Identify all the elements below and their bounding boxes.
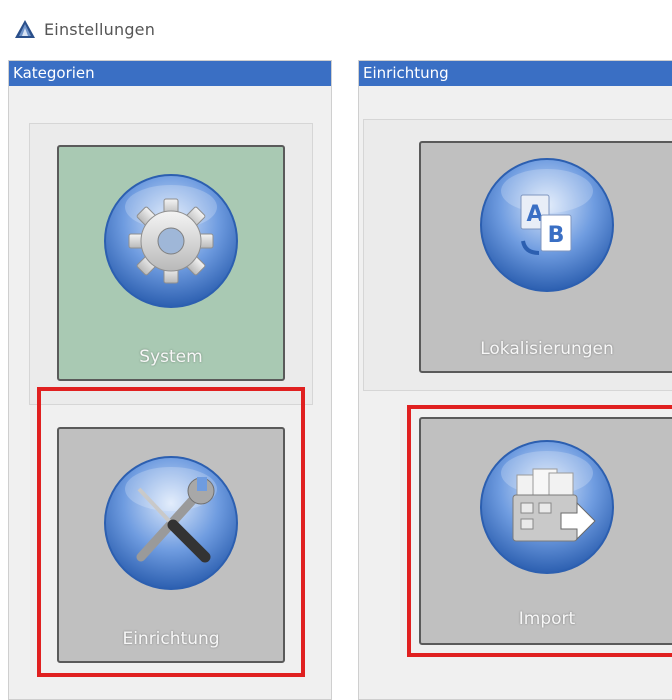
setup-panel: Einrichtung A B Lokalisierungen Import (358, 60, 672, 700)
tile-system[interactable]: System (57, 145, 285, 381)
setup-header: Einrichtung (359, 61, 672, 86)
categories-header: Kategorien (9, 61, 331, 86)
window-title-bar: Einstellungen (14, 14, 155, 44)
categories-panel: Kategorien System Einrichtung (8, 60, 332, 700)
localization-icon: A B (480, 158, 614, 292)
highlight-box-einrichtung (37, 387, 305, 677)
highlight-box-import (407, 405, 672, 657)
tile-system-label: System (139, 347, 203, 367)
gear-icon (104, 174, 238, 308)
window-title: Einstellungen (44, 19, 156, 39)
svg-text:B: B (548, 223, 565, 248)
app-logo-icon (15, 20, 35, 38)
tile-lokalisierungen-label: Lokalisierungen (480, 339, 614, 359)
tile-lokalisierungen[interactable]: A B Lokalisierungen (419, 141, 672, 373)
